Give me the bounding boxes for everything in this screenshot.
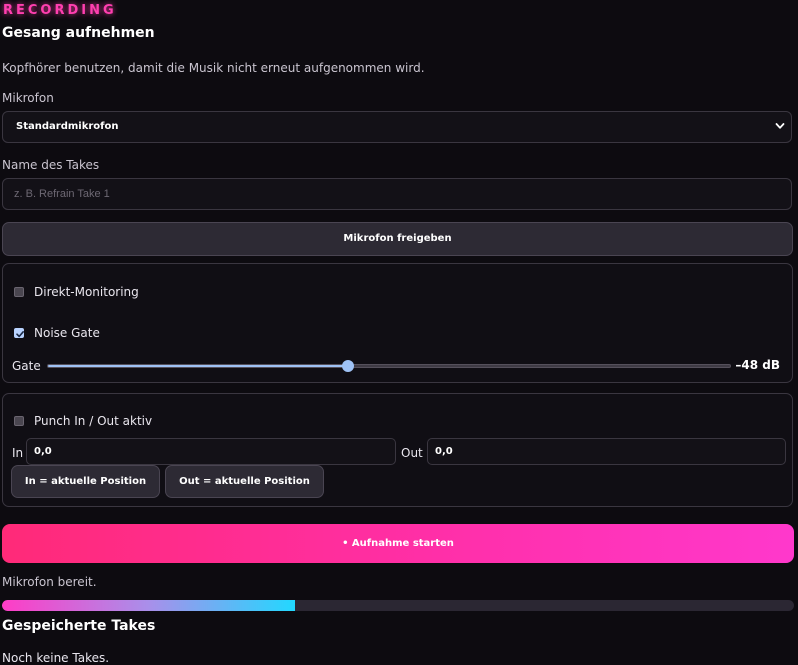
direct-monitoring-toggle[interactable]: Direkt-Monitoring [14,285,139,299]
gate-slider[interactable] [47,360,731,372]
mic-status: Mikrofon bereit. [2,575,97,589]
punch-in-input[interactable]: 0,0 [26,438,396,465]
take-name-label: Name des Takes [2,158,100,172]
punch-in-label: In [12,446,24,460]
page-title: Gesang aufnehmen [2,25,155,41]
monitoring-panel: Direkt-Monitoring Noise Gate Gate –48 dB [2,263,793,383]
gate-slider-fill [48,365,349,367]
input-level-fill [2,600,296,611]
noise-gate-toggle[interactable]: Noise Gate [14,326,100,340]
saved-takes-title: Gespeicherte Takes [2,618,156,634]
noise-gate-checkbox[interactable] [14,328,24,338]
mic-select[interactable]: Standardmikrofon [2,111,792,143]
chevron-down-icon [775,123,785,129]
punch-toggle[interactable]: Punch In / Out aktiv [14,414,152,428]
punch-panel: Punch In / Out aktiv In 0,0 Out 0,0 In =… [2,393,793,507]
headphone-hint: Kopfhörer benutzen, damit die Musik nich… [2,61,425,75]
gate-value: –48 dB [735,358,780,372]
grant-mic-button[interactable]: Mikrofon freigeben [2,222,793,256]
section-kicker: RECORDING [3,3,117,18]
direct-monitoring-checkbox[interactable] [14,287,24,297]
gate-slider-label: Gate [12,359,41,373]
set-out-button[interactable]: Out = aktuelle Position [165,465,324,498]
takes-empty-message: Noch keine Takes. [2,651,110,665]
input-level-meter [2,600,794,611]
punch-out-label: Out [401,446,423,460]
take-name-input[interactable] [2,178,792,210]
mic-label: Mikrofon [2,91,54,105]
direct-monitoring-label: Direkt-Monitoring [34,285,139,299]
punch-out-input[interactable]: 0,0 [427,438,786,465]
check-icon [16,331,24,338]
start-recording-button[interactable]: • Aufnahme starten [2,524,794,563]
recording-panel: RECORDING Gesang aufnehmen Kopfhörer ben… [0,0,798,665]
mic-select-value: Standardmikrofon [16,121,119,132]
punch-checkbox[interactable] [14,416,24,426]
gate-slider-thumb[interactable] [342,360,355,372]
noise-gate-label: Noise Gate [34,326,100,340]
punch-label: Punch In / Out aktiv [34,414,153,428]
set-in-button[interactable]: In = aktuelle Position [11,465,160,498]
